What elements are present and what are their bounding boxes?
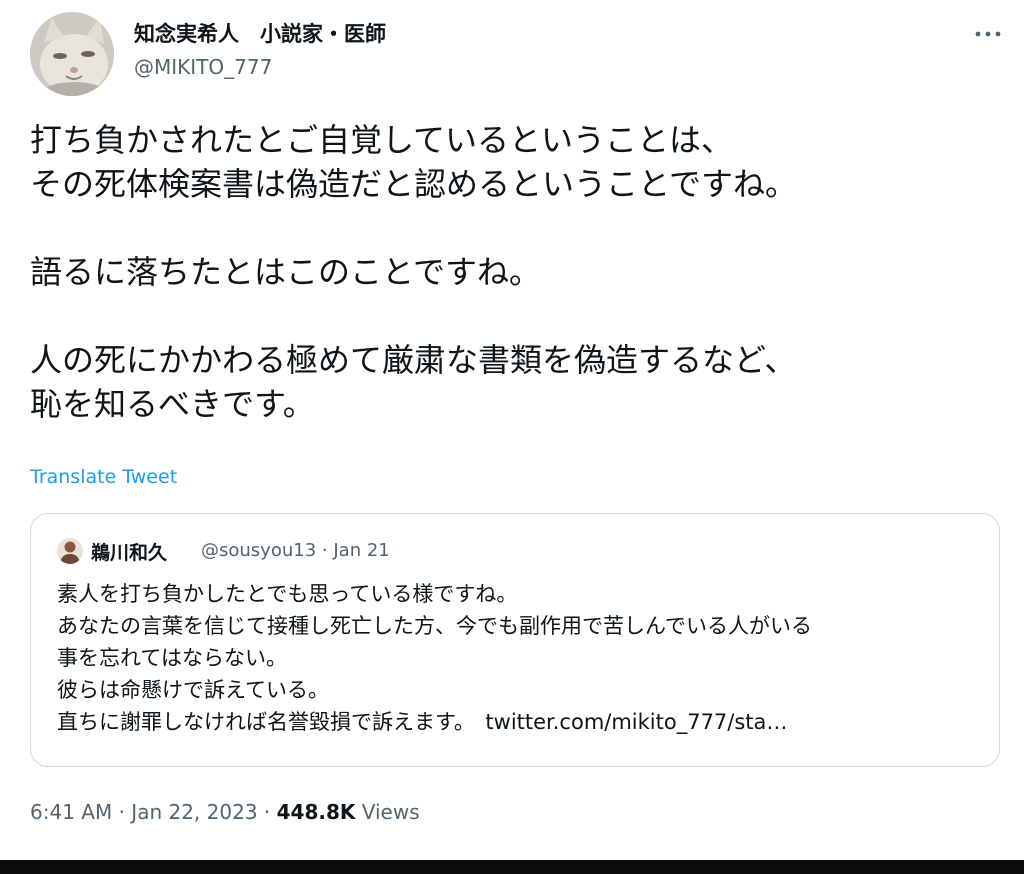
- separator: ·: [263, 800, 271, 824]
- quoted-tweet[interactable]: 鵜川和久 @sousyou13 · Jan 21 素人を打ち負かしたとでも思って…: [30, 513, 1000, 767]
- views-count: 448.8K: [276, 800, 356, 824]
- tweet-text: 打ち負かされたとご自覚しているということは、 その死体検案書は偽造だと認めるとい…: [30, 118, 1000, 426]
- quoted-date[interactable]: Jan 21: [333, 540, 389, 561]
- tweet-date[interactable]: Jan 22, 2023: [131, 800, 257, 824]
- separator: ·: [118, 800, 125, 824]
- tweet-text-line: 人の死にかかわる極めて厳粛な書類を偽造するなど、: [30, 341, 797, 379]
- tweet-text-line: 打ち負かされたとご自覚しているということは、: [30, 121, 734, 159]
- translate-tweet-link[interactable]: Translate Tweet: [30, 466, 177, 488]
- quoted-text-line: 素人を打ち負かしたとでも思っている様ですね。: [57, 582, 518, 606]
- quoted-text-last: 直ちに謝罪しなければ名誉毀損で訴えます。: [57, 710, 465, 734]
- tweet-text-line: 語るに落ちたとはこのことですね。: [30, 253, 542, 291]
- views-label: Views: [361, 800, 420, 824]
- tweet-meta: 6:41 AM · Jan 22, 2023 · 448.8K Views: [30, 800, 420, 824]
- quoted-link[interactable]: twitter.com/mikito_777/sta…: [485, 710, 787, 734]
- quoted-meta: @sousyou13 · Jan 21: [201, 540, 390, 561]
- author-avatar[interactable]: [30, 12, 114, 96]
- separator: ·: [321, 540, 328, 561]
- quoted-author-name[interactable]: 鵜川和久: [91, 538, 167, 565]
- cat-avatar-icon: [30, 12, 114, 96]
- quoted-text: 素人を打ち負かしたとでも思っている様ですね。 あなたの言葉を信じて接種し死亡した…: [57, 578, 987, 738]
- more-options-button[interactable]: [968, 22, 1008, 46]
- quoted-author-avatar[interactable]: [57, 538, 83, 564]
- tweet-text-line: 恥を知るべきです。: [30, 385, 315, 423]
- author-display-name[interactable]: 知念実希人 小説家・医師: [134, 18, 386, 48]
- tweet-card: 知念実希人 小説家・医師 @MIKITO_777 打ち負かされたとご自覚している…: [0, 0, 1024, 860]
- quoted-author-handle[interactable]: @sousyou13: [201, 540, 316, 561]
- bottom-border-bar: [0, 860, 1024, 874]
- quoted-text-line: 直ちに謝罪しなければ名誉毀損で訴えます。 twitter.com/mikito_…: [57, 706, 987, 738]
- tweet-time[interactable]: 6:41 AM: [30, 800, 112, 824]
- quoted-text-line: 事を忘れてはならない。: [57, 646, 287, 670]
- more-horizontal-icon: [975, 31, 1001, 37]
- tweet-text-line: その死体検案書は偽造だと認めるということですね。: [30, 165, 798, 203]
- person-avatar-icon: [57, 538, 83, 564]
- quoted-text-line: あなたの言葉を信じて接種し死亡した方、今でも副作用で苦しんでいる人がいる: [57, 614, 812, 638]
- quoted-text-line: 彼らは命懸けで訴えている。: [57, 678, 329, 702]
- author-handle[interactable]: @MIKITO_777: [134, 55, 272, 79]
